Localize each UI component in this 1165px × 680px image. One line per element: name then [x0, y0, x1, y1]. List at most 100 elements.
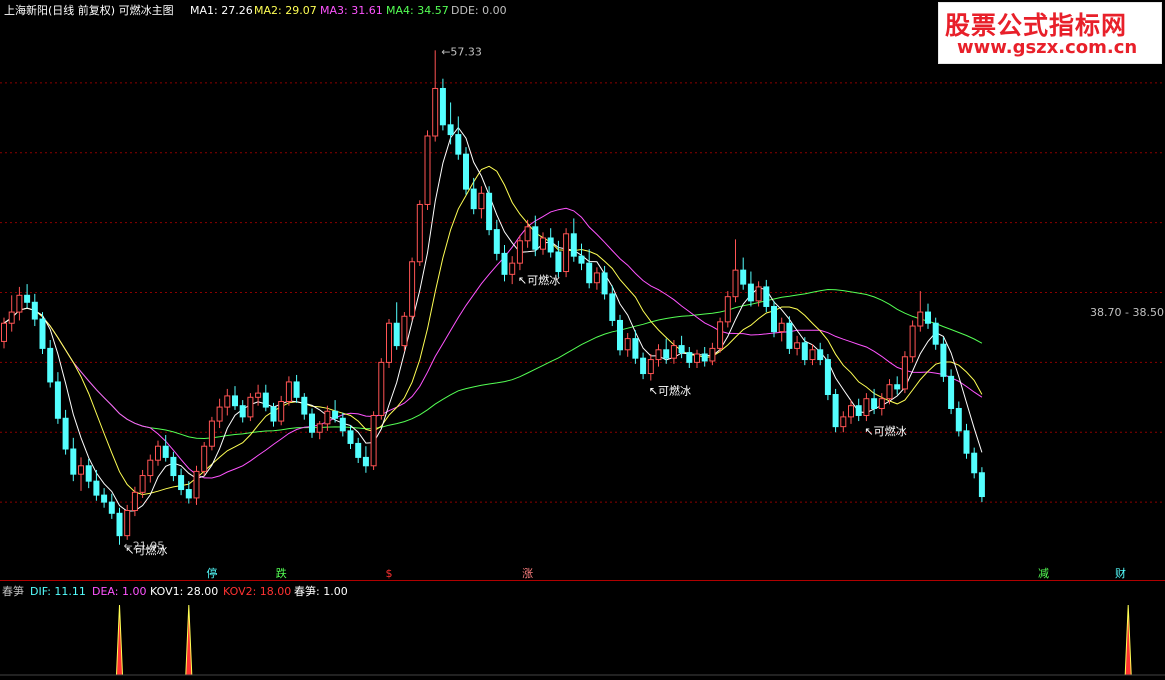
candle-body	[486, 192, 493, 231]
candle-body	[24, 294, 31, 303]
candle-body	[131, 491, 138, 512]
candle-body	[424, 135, 431, 205]
candle-body	[563, 233, 570, 273]
dde-value: DDE: 0.00	[451, 4, 507, 17]
candle-body	[794, 342, 801, 349]
candle-body	[678, 345, 685, 354]
candle-body	[771, 305, 777, 333]
ma10-line	[3, 165, 983, 496]
indicator-name: 春笋	[2, 585, 24, 598]
candle-body	[139, 475, 146, 493]
candle-body	[824, 359, 831, 396]
candle-body	[255, 392, 262, 398]
candle-body	[640, 357, 647, 375]
candle-body	[647, 359, 654, 375]
candle-body	[339, 417, 346, 432]
candle-body	[632, 338, 639, 359]
candle-body	[848, 405, 854, 418]
candle-body	[78, 465, 84, 475]
candle-body	[185, 489, 192, 499]
bottom-marker: 跌	[276, 566, 287, 580]
candle-body	[855, 405, 862, 416]
candle-body	[955, 407, 962, 432]
candle-body	[216, 406, 223, 422]
last-price-label: 38.70 - 38.50	[1090, 306, 1164, 319]
signal-labels: ←57.33←21.9538.70 - 38.50↖可燃冰↖可燃冰↖可燃冰↖可燃…	[124, 45, 1164, 557]
signal-label: ↖可燃冰	[864, 424, 906, 438]
candle-body	[809, 349, 816, 361]
candle-body	[85, 465, 92, 482]
candle-body	[39, 318, 46, 349]
max-price-label: ←57.33	[441, 45, 482, 58]
candle-body	[547, 237, 554, 253]
candles	[1, 50, 985, 545]
candle-body	[948, 375, 955, 409]
candle-body	[478, 192, 485, 210]
kov1-value: KOV1: 28.00	[150, 585, 219, 598]
candle-body	[724, 296, 731, 323]
bottom-marker: 财	[1115, 566, 1126, 580]
candle-body	[778, 322, 785, 333]
candle-body	[378, 361, 385, 416]
signal-label: ↖可燃冰	[125, 543, 167, 557]
candle-body	[247, 396, 254, 418]
candle-body	[8, 311, 15, 324]
candle-body	[925, 311, 931, 324]
candle-body	[162, 445, 169, 458]
candle-body	[493, 229, 500, 254]
bottom-marker: 减	[1038, 567, 1049, 580]
candle-body	[170, 456, 177, 477]
candle-body	[663, 349, 670, 359]
candle-body	[747, 283, 754, 302]
ma3-value: MA3: 31.61	[320, 4, 383, 17]
candle-body	[524, 226, 531, 242]
candle-body	[701, 353, 708, 362]
candle-body	[624, 338, 631, 351]
candle-body	[355, 442, 362, 458]
candle-body	[909, 325, 916, 358]
candle-body	[232, 395, 238, 407]
signal-label: ↖可燃冰	[649, 384, 691, 398]
candle-body	[732, 269, 739, 298]
candle-body	[70, 448, 77, 475]
candle-body	[901, 356, 908, 390]
ma4-value: MA4: 34.57	[386, 4, 449, 17]
candle-body	[694, 353, 700, 363]
candle-body	[147, 459, 154, 477]
candle-body	[47, 347, 54, 383]
indicator-panel	[0, 604, 1165, 676]
candle-body	[917, 311, 924, 327]
candle-body	[285, 381, 292, 402]
candle-body	[455, 134, 462, 155]
candle-body	[540, 237, 546, 250]
candle-body	[886, 384, 893, 400]
candle-body	[963, 430, 970, 454]
candle-body	[432, 87, 439, 137]
candle-body	[401, 315, 408, 347]
candle-body	[463, 153, 469, 190]
ma20-line	[3, 207, 983, 479]
candle-body	[316, 423, 323, 433]
candle-body	[270, 406, 277, 422]
bottom-markers: 停 跌 $ 涨 减 财	[206, 566, 1126, 580]
candle-body	[124, 510, 131, 537]
candle-body	[31, 301, 38, 320]
candle-body	[578, 255, 585, 264]
candle-body	[601, 272, 608, 295]
candle-body	[439, 87, 446, 126]
candle-body	[570, 233, 577, 257]
candle-body	[932, 322, 939, 345]
candle-body	[116, 512, 123, 537]
candle-body	[709, 347, 716, 362]
watermark-url: www.gszx.com.cn	[957, 37, 1138, 58]
candle-body	[617, 319, 623, 351]
candle-body	[309, 413, 315, 433]
candle-body	[278, 401, 285, 422]
ma1-value: MA1: 27.26	[190, 4, 253, 17]
candle-body	[509, 262, 516, 275]
candle-body	[93, 480, 100, 496]
candle-body	[717, 321, 724, 349]
candle-body	[155, 445, 161, 461]
dea-value: DEA: 1.00	[92, 585, 147, 598]
candle-body	[1, 322, 7, 342]
